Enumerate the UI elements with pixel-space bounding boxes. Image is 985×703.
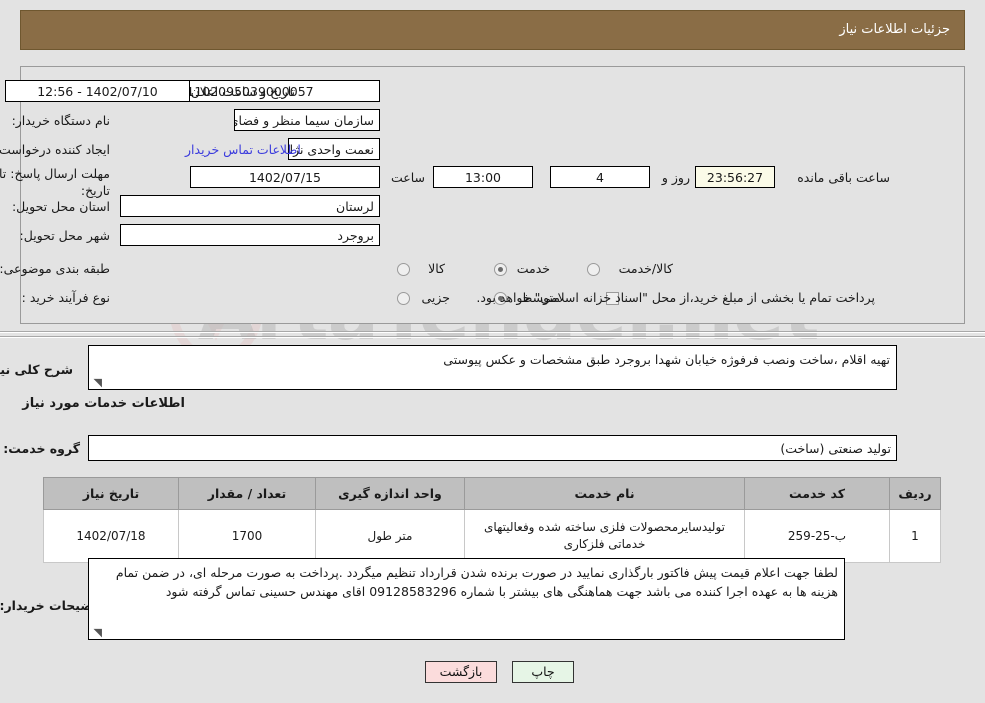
countdown-label: ساعت باقی مانده [797,170,890,185]
back-button[interactable]: بازگشت [425,661,497,683]
col-unit: واحد اندازه گیری [315,477,465,510]
resize-grip-icon[interactable]: ◥ [92,377,102,388]
description-textarea[interactable]: تهیه اقلام ،ساخت ونصب فرفوژه خیابان شهدا… [88,345,897,390]
category-label: طبقه بندی موضوعی: [0,261,110,276]
deadline-date-value[interactable]: 1402/07/15 [190,166,380,188]
requester-value[interactable]: نعمت واحدی نژاد کاربرداز سازمان سیما منظ… [288,138,380,160]
description-text: تهیه اقلام ،ساخت ونصب فرفوژه خیابان شهدا… [443,352,890,367]
buyer-org-value[interactable]: سازمان سیما منظر و فضای سبز شهری شهرداری… [234,109,380,131]
radio-process-jozi-label: جزیی [421,290,450,305]
service-group-value[interactable]: تولید صنعتی (ساخت) [88,435,897,461]
print-button[interactable]: چاپ [512,661,574,683]
radio-category-khedmat[interactable] [494,263,507,276]
radio-process-jozi[interactable] [397,292,410,305]
cell-need-date: 1402/07/18 [43,509,179,563]
services-heading: اطلاعات خدمات مورد نیاز [22,396,185,411]
buyer-org-label: نام دستگاه خریدار: [11,113,110,128]
countdown-value: 23:56:27 [695,166,775,188]
cell-service-name: تولیدسایرمحصولات فلزی ساخته شده وفعالیته… [464,509,745,563]
col-row-no: ردیف [889,477,941,510]
treasury-text: پرداخت تمام یا بخشی از مبلغ خرید،از محل … [476,290,875,305]
col-quantity: تعداد / مقدار [178,477,316,510]
page-title: جزئیات اطلاعات نیاز [839,22,950,37]
process-label: نوع فرآیند خرید : [21,290,110,305]
page-root: ArtaTender.net جزئیات اطلاعات نیاز شماره… [0,0,985,703]
buyer-contact-link[interactable]: اطلاعات تماس خریدار [185,142,301,157]
days-remaining-label: روز و [661,170,690,185]
deadline-hour-value[interactable]: 13:00 [433,166,533,188]
radio-category-khedmat-label: خدمت [516,261,550,276]
deadline-hour-label: ساعت [390,170,425,185]
service-group-label: گروه خدمت: [3,441,80,456]
days-remaining-value[interactable]: 4 [550,166,650,188]
province-value[interactable]: لرستان [120,195,380,217]
items-table: ردیف کد خدمت نام خدمت واحد اندازه گیری ت… [43,477,941,563]
radio-category-kala-khedmat[interactable] [587,263,600,276]
cell-unit: متر طول [315,509,465,563]
deadline-label: مهلت ارسال پاسخ: تا تاریخ: [0,166,110,198]
description-label: شرح کلی نیاز: [0,362,73,377]
radio-category-kala[interactable] [397,263,410,276]
buyer-notes-textarea[interactable]: لطفا جهت اعلام قیمت پیش فاکتور بارگذاری … [88,558,845,640]
buyer-notes-text: لطفا جهت اعلام قیمت پیش فاکتور بارگذاری … [115,565,838,599]
radio-category-kala-khedmat-label: کالا/خدمت [618,261,673,276]
city-value[interactable]: بروجرد [120,224,380,246]
col-need-date: تاریخ نیاز [43,477,179,510]
col-service-name: نام خدمت [464,477,745,510]
city-label: شهر محل تحویل: [19,228,110,243]
province-label: استان محل تحویل: [11,199,110,214]
cell-service-code: ب-25-259 [744,509,890,563]
requester-label: ایجاد کننده درخواست: [0,142,110,157]
table-row: 1 ب-25-259 تولیدسایرمحصولات فلزی ساخته ش… [43,509,941,563]
cell-row-no: 1 [889,509,941,563]
announce-datetime-value[interactable]: 1402/07/10 - 12:56 [5,80,190,102]
radio-category-kala-label: کالا [428,261,445,276]
header-bar: جزئیات اطلاعات نیاز [20,10,965,50]
table-header-row: ردیف کد خدمت نام خدمت واحد اندازه گیری ت… [43,477,941,510]
resize-grip-icon-notes[interactable]: ◥ [92,627,102,638]
cell-quantity: 1700 [178,509,316,563]
col-service-code: کد خدمت [744,477,890,510]
